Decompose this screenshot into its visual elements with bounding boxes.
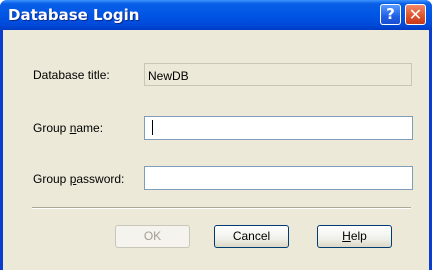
window-title: Database Login <box>8 6 140 24</box>
help-button[interactable]: Help <box>317 225 392 248</box>
group-password-label: Group password: <box>33 172 125 186</box>
divider <box>32 207 411 209</box>
database-title-value: NewDB <box>148 69 189 83</box>
ok-button[interactable]: OK <box>115 225 190 248</box>
close-title-button[interactable]: ✕ <box>405 4 426 25</box>
database-title-field: NewDB <box>144 63 412 86</box>
group-password-input[interactable] <box>144 166 413 190</box>
database-title-label: Database title: <box>33 68 110 82</box>
help-title-button[interactable]: ? <box>380 4 401 25</box>
group-name-label: Group name: <box>33 121 104 135</box>
title-bar[interactable]: Database Login ? ✕ <box>0 0 432 30</box>
close-icon: ✕ <box>408 5 423 24</box>
text-caret <box>152 120 153 135</box>
question-mark-icon: ? <box>386 5 395 23</box>
dialog-body: Database title: NewDB Group name: Group … <box>3 30 429 270</box>
dialog-window: Database Login ? ✕ Database title: NewDB… <box>0 0 432 270</box>
cancel-button[interactable]: Cancel <box>214 225 289 248</box>
group-name-input[interactable] <box>144 116 413 140</box>
